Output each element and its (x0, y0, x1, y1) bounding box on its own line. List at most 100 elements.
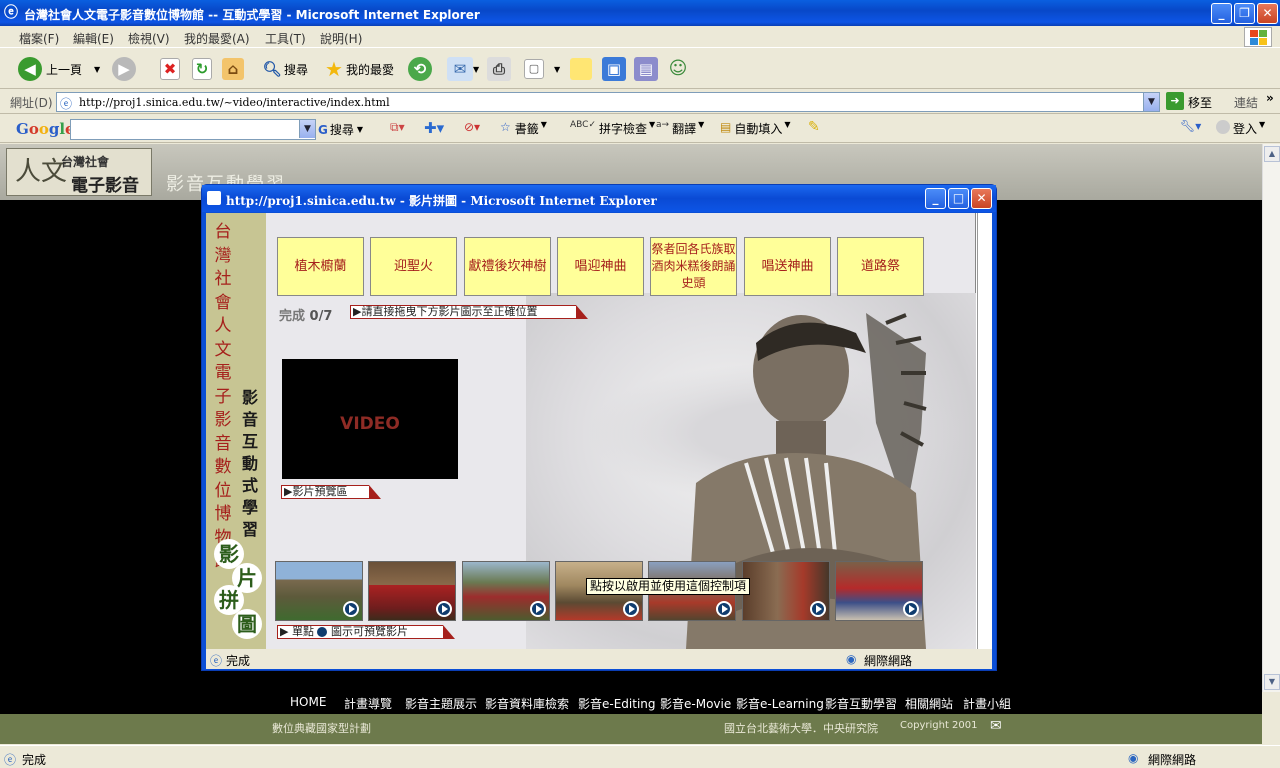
messenger-button[interactable]: ▣ (602, 55, 626, 83)
scroll-down-icon[interactable]: ▼ (1264, 674, 1280, 690)
back-button[interactable]: ◀ 上一頁 ▼ (18, 55, 100, 83)
nav-interactive[interactable]: 影音互動學習 (825, 695, 897, 712)
popup-minimize-button[interactable]: _ (925, 188, 946, 209)
edit-button[interactable]: ▢ ▼ (524, 55, 560, 83)
play-icon[interactable] (436, 601, 452, 617)
spellcheck-button[interactable]: ABC✓ 拼字檢查 ▼ (570, 120, 655, 137)
drop-slot-1[interactable]: 植木櫥蘭 (277, 237, 364, 296)
drop-slot-7[interactable]: 道路祭 (837, 237, 924, 296)
address-url: http://proj1.sinica.edu.tw/~video/intera… (79, 96, 390, 109)
page-scrollbar[interactable]: ▲ ▼ (1262, 144, 1280, 692)
play-icon[interactable] (810, 601, 826, 617)
mail-envelope-icon[interactable]: ✉ (990, 718, 1002, 734)
stop-button[interactable]: ✖ (160, 55, 180, 83)
video-thumb-6[interactable] (742, 561, 830, 621)
drop-slot-3[interactable]: 獻禮後坎神樹 (464, 237, 551, 296)
video-thumb-3[interactable] (462, 561, 550, 621)
play-icon[interactable] (623, 601, 639, 617)
nav-db-search[interactable]: 影音資料庫檢索 (485, 695, 569, 712)
popup-ie-icon (207, 191, 221, 205)
forward-arrow-icon: ▶ (112, 57, 136, 81)
play-icon[interactable] (716, 601, 732, 617)
maximize-button[interactable]: ❐ (1234, 3, 1255, 24)
puzzle-badge: 影 片 拼 圖 (212, 539, 262, 639)
nav-e-editing[interactable]: 影音e-Editing (578, 695, 656, 712)
popup-maximize-button[interactable]: □ (948, 188, 969, 209)
logo-char: 人文 (15, 157, 68, 187)
autofill-button[interactable]: ▤ 自動填入 ▼ (720, 120, 791, 137)
video-thumb-1[interactable] (275, 561, 363, 621)
menu-favorites[interactable]: 我的最愛(A) (184, 30, 250, 47)
nav-project-guide[interactable]: 計畫導覽 (344, 695, 392, 712)
drop-slot-6[interactable]: 唱送神曲 (744, 237, 831, 296)
scroll-up-icon[interactable]: ▲ (1264, 146, 1280, 162)
settings-wrench-icon[interactable]: 🔧︎▾ (1180, 119, 1201, 133)
signin-button[interactable]: 登入 ▼ (1216, 120, 1265, 137)
google-search-label: 搜尋 (329, 123, 354, 137)
search-icon: 🔍︎ (262, 60, 282, 78)
notes-button[interactable] (570, 55, 592, 83)
google-dropdown-icon[interactable]: ▼ (299, 120, 315, 138)
google-search-button[interactable]: G 搜尋 ▼ (318, 121, 363, 138)
nav-e-learning[interactable]: 影音e-Learning (736, 695, 824, 712)
mail-button[interactable]: ✉ ▼ (447, 55, 479, 83)
translate-button[interactable]: a→ 翻譯 ▼ (656, 120, 704, 137)
video-thumb-2[interactable] (368, 561, 456, 621)
research-button[interactable]: ▤ (634, 55, 658, 83)
nav-project-team[interactable]: 計畫小組 (963, 695, 1011, 712)
menu-view[interactable]: 檢視(V) (128, 30, 170, 47)
copyright: Copyright 2001 (900, 720, 978, 731)
autofill-icon: ▤ (720, 120, 732, 134)
nav-theme-exhibit[interactable]: 影音主題展示 (405, 695, 477, 712)
puzzle-char-4: 圖 (232, 609, 262, 639)
video-thumb-7[interactable] (835, 561, 923, 621)
drop-slot-4[interactable]: 唱迎神曲 (557, 237, 644, 296)
nav-e-movie[interactable]: 影音e-Movie (660, 695, 731, 712)
menu-file[interactable]: 檔案(F) (19, 30, 59, 47)
history-button[interactable]: ⟲ (408, 55, 432, 83)
address-dropdown-icon[interactable]: ▼ (1143, 93, 1159, 111)
popup-window: http://proj1.sinica.edu.tw - 影片拼圖 - Micr… (201, 184, 997, 671)
footer-left: 數位典藏國家型計劃 (272, 722, 371, 735)
menu-help[interactable]: 說明(H) (320, 30, 362, 47)
plus-icon[interactable]: ✚▾ (424, 119, 444, 137)
play-icon[interactable] (530, 601, 546, 617)
minimize-button[interactable]: _ (1211, 3, 1232, 24)
highlighter-icon[interactable]: ✎ (808, 119, 820, 135)
go-label[interactable]: 移至 (1188, 94, 1212, 111)
popup-scrollbar[interactable] (977, 213, 992, 649)
home-button[interactable]: ⌂ (222, 55, 244, 83)
nav-home[interactable]: HOME (290, 695, 326, 709)
play-icon[interactable] (903, 601, 919, 617)
site-logo[interactable]: 人文 台灣社會 電子影音 (6, 148, 152, 196)
address-input[interactable]: ⓔ http://proj1.sinica.edu.tw/~video/inte… (56, 92, 1160, 112)
google-search-input[interactable]: ▼ (70, 119, 316, 140)
standard-toolbar: ◀ 上一頁 ▼ ▶ ✖ ↻ ⌂ 🔍︎ 搜尋 ★ 我的最愛 ⟲ ✉ ▼ ⎙ ▢ ▼… (0, 49, 1280, 89)
left-title-strip: 台灣社會人文電子影音數位博物館 影音互動式學習 影 片 拼 圖 (206, 213, 266, 649)
google-g-icon: G (318, 122, 328, 137)
close-button[interactable]: ✕ (1257, 3, 1278, 24)
menu-edit[interactable]: 編輯(E) (73, 30, 114, 47)
favorites-button[interactable]: ★ 我的最愛 (322, 55, 394, 83)
menu-tools[interactable]: 工具(T) (265, 30, 306, 47)
print-button[interactable]: ⎙ (487, 55, 511, 83)
contacts-button[interactable]: ☺ (666, 55, 690, 83)
nav-related-sites[interactable]: 相關網站 (905, 695, 953, 712)
refresh-button[interactable]: ↻ (192, 55, 212, 83)
popup-status-bar: ⓔ 完成 ◉ 網際網路 (206, 649, 992, 669)
links-label[interactable]: 連結 (1234, 94, 1258, 111)
drop-slot-2[interactable]: 迎聖火 (370, 237, 457, 296)
popup-close-button[interactable]: ✕ (971, 188, 992, 209)
blocked-icon[interactable]: ⊘▾ (464, 120, 480, 134)
search-button[interactable]: 🔍︎ 搜尋 (260, 55, 308, 83)
play-icon[interactable] (343, 601, 359, 617)
progress-counter: 完成 0/7 (279, 305, 332, 324)
google-toolbar: Google ▼ G 搜尋 ▼ ⧉▾ ✚▾ ⊘▾ ☆ 書籤 ▼ ABC✓ 拼字檢… (0, 115, 1280, 143)
forward-button[interactable]: ▶ (112, 55, 136, 83)
video-preview[interactable]: VIDEO (282, 359, 458, 479)
drop-slot-5[interactable]: 祭者回各氏族取酒肉米糕後朗誦史頭 (650, 237, 737, 296)
bookmarks-button[interactable]: ☆ 書籤 ▼ (500, 120, 547, 137)
popup-blocker-icon[interactable]: ⧉▾ (390, 120, 405, 135)
go-arrow-icon[interactable]: ➜ (1166, 92, 1184, 110)
links-chevron-icon[interactable]: » (1266, 91, 1274, 105)
